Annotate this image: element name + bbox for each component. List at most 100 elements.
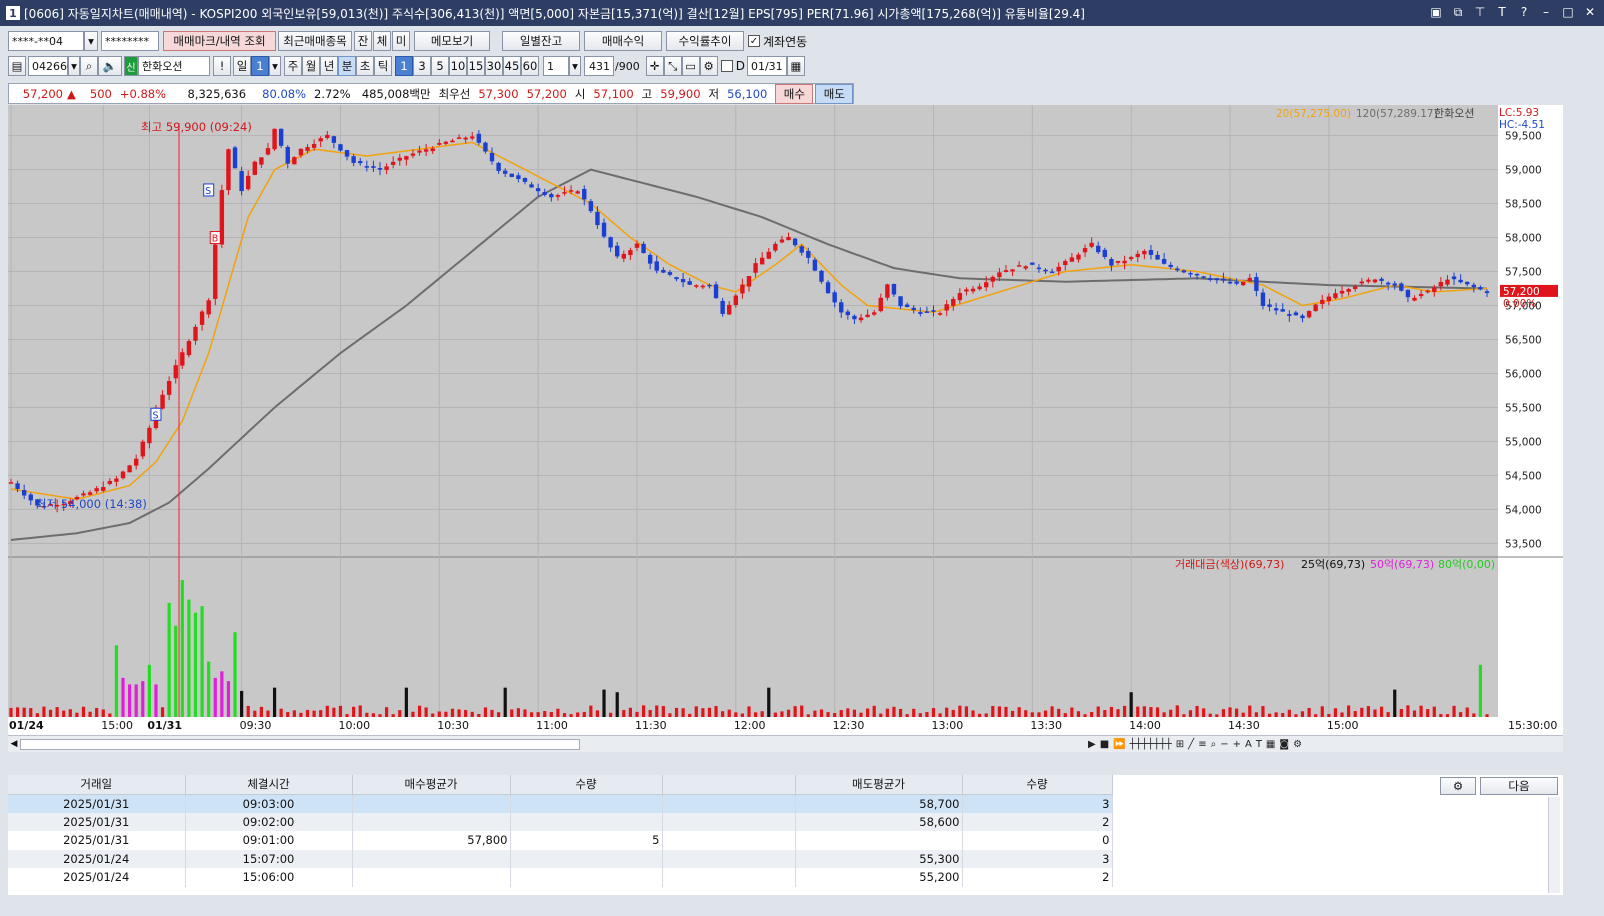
line-tool-icon[interactable]: ⤡ — [663, 56, 682, 76]
table-header-3[interactable]: 수량 — [510, 775, 663, 795]
bar-count-input[interactable]: 431 — [584, 56, 614, 76]
table-header-1[interactable]: 체결시간 — [185, 775, 353, 795]
unit-select[interactable]: 1 — [543, 56, 569, 76]
text-icon[interactable]: A — [1245, 739, 1252, 750]
next-button[interactable]: 다음 — [1480, 777, 1558, 795]
date-input[interactable]: 01/31 — [746, 56, 787, 76]
candle-body — [325, 134, 330, 139]
password-input[interactable]: ******** — [101, 31, 159, 51]
interval-button-3[interactable]: 분 — [338, 56, 356, 76]
minute-button-1[interactable]: 1 — [395, 56, 413, 76]
minute-button-60[interactable]: 60 — [521, 56, 539, 76]
minute-button-5[interactable]: 5 — [431, 56, 449, 76]
minute-button-15[interactable]: 15 — [467, 56, 485, 76]
trendline-icon[interactable]: ╱ — [1188, 739, 1194, 750]
minute-button-45[interactable]: 45 — [503, 56, 521, 76]
sound-icon[interactable]: 🔈 — [98, 56, 122, 76]
table-row[interactable]: 2025/01/24 15:07:00 55,300 3 — [8, 849, 1113, 868]
minute-button-3[interactable]: 3 — [413, 56, 431, 76]
layout-icon[interactable]: ▣ — [1428, 4, 1444, 20]
zoom-in-icon[interactable]: + — [1233, 739, 1241, 750]
pin-icon[interactable]: ⊤ — [1472, 4, 1488, 20]
table-row[interactable]: 2025/01/31 09:01:00 57,800 5 0 — [8, 831, 1113, 850]
candle-body — [298, 148, 304, 156]
stock-code-input[interactable]: 042660 — [28, 56, 74, 76]
unfilled-button[interactable]: 미 — [392, 31, 410, 51]
copy-icon[interactable]: ⧉ — [1450, 4, 1466, 20]
execution-button[interactable]: 체 — [373, 31, 391, 51]
daily-balance-button[interactable]: 일별잔고 — [502, 31, 580, 51]
volume-bar — [872, 705, 876, 717]
minute-button-10[interactable]: 10 — [449, 56, 467, 76]
candle-body — [1313, 304, 1318, 312]
table-scrollbar[interactable] — [1548, 797, 1560, 893]
volume-bar — [892, 706, 896, 717]
settings-icon[interactable]: ⚙ — [699, 56, 718, 76]
candle-body — [733, 295, 739, 306]
profit-rate-button[interactable]: 수익률추이 — [666, 31, 744, 51]
table-row[interactable]: 2025/01/24 15:06:00 55,200 2 — [8, 868, 1113, 887]
zoom-slider-icon[interactable]: ┼┼┼┼┼┼┼ — [1130, 739, 1172, 750]
volume-bar — [536, 712, 540, 717]
play-icon[interactable]: ▶ — [1088, 739, 1096, 750]
period-daily-button[interactable]: 일 — [233, 56, 251, 76]
scroll-left-icon[interactable]: ◀ — [8, 739, 20, 749]
settings-small-icon[interactable]: ⚙ — [1293, 739, 1302, 750]
font-icon[interactable]: T — [1494, 4, 1510, 20]
table-header-6[interactable]: 수량 — [962, 775, 1113, 795]
calendar-icon[interactable]: ▦ — [786, 56, 805, 76]
help-icon[interactable]: ? — [1516, 4, 1532, 20]
crosshair-icon[interactable]: ✛ — [645, 56, 664, 76]
color-icon[interactable]: ▦ — [1266, 739, 1275, 750]
camera-icon[interactable]: ◙ — [1279, 739, 1289, 750]
stock-name-field[interactable]: 한화오션 — [138, 56, 210, 76]
minimize-icon[interactable]: – — [1538, 4, 1554, 20]
drawing-tool-icon[interactable]: ⊞ — [1176, 739, 1184, 750]
memo-view-button[interactable]: 메모보기 — [414, 31, 490, 51]
save-icon[interactable]: ▭ — [681, 56, 700, 76]
table-header-2[interactable]: 매수평균가 — [352, 775, 511, 795]
account-input[interactable]: ****-**04 — [8, 31, 84, 51]
balance-button[interactable]: 잔 — [354, 31, 372, 51]
account-dropdown-icon[interactable]: ▾ — [84, 31, 98, 51]
fibonacci-icon[interactable]: ≡ — [1198, 739, 1206, 750]
interval-button-5[interactable]: 틱 — [374, 56, 392, 76]
text-small-icon[interactable]: T — [1256, 739, 1262, 750]
table-header-5[interactable]: 매도평균가 — [795, 775, 963, 795]
recent-trade-stocks-button[interactable]: 최근매매종목 — [278, 31, 352, 51]
period-dropdown-icon[interactable]: ▾ — [269, 56, 281, 76]
table-row[interactable]: 2025/01/31 09:02:00 58,600 2 — [8, 812, 1113, 831]
chart-type-icon[interactable]: ▤ — [8, 56, 26, 76]
table-header-4[interactable] — [662, 775, 796, 795]
code-dropdown-icon[interactable]: ▾ — [68, 56, 80, 76]
warning-button[interactable]: ! — [213, 56, 231, 76]
close-icon[interactable]: ✕ — [1582, 4, 1598, 20]
trade-profit-button[interactable]: 매매수익 — [584, 31, 662, 51]
table-cell — [510, 794, 663, 813]
table-row[interactable]: 2025/01/31 09:03:00 58,700 3 — [8, 794, 1113, 813]
chart-scrollbar[interactable] — [20, 738, 580, 750]
period-number-button[interactable]: 1 — [251, 56, 269, 76]
interval-button-0[interactable]: 주 — [284, 56, 302, 76]
buy-button[interactable]: 매수 — [775, 83, 814, 104]
interval-button-1[interactable]: 월 — [302, 56, 320, 76]
volume-bar — [75, 712, 79, 717]
minute-button-30[interactable]: 30 — [485, 56, 503, 76]
stop-icon[interactable]: ■ — [1100, 739, 1109, 750]
zoom-out-icon[interactable]: − — [1220, 739, 1228, 750]
maximize-icon[interactable]: □ — [1560, 4, 1576, 20]
trade-mark-query-button[interactable]: 매매마크/내역 조회 — [163, 31, 276, 51]
d-checkbox[interactable] — [720, 60, 733, 72]
unit-dropdown-icon[interactable]: ▾ — [569, 56, 581, 76]
interval-button-4[interactable]: 초 — [356, 56, 374, 76]
interval-button-2[interactable]: 년 — [320, 56, 338, 76]
price-volume-chart[interactable]: 59,50059,00058,50058,00057,50057,00056,5… — [8, 105, 1563, 752]
grid-settings-icon[interactable]: ⚙ — [1440, 777, 1476, 795]
table-header-0[interactable]: 거래일 — [8, 775, 186, 795]
account-link-checkbox[interactable]: ✓ 계좌연동 — [748, 33, 807, 50]
search-icon[interactable]: ⌕ — [80, 56, 98, 76]
zoom-icon[interactable]: ⌕ — [1211, 739, 1217, 750]
fast-forward-icon[interactable]: ⏩ — [1113, 739, 1125, 750]
sell-button[interactable]: 매도 — [815, 83, 854, 104]
chart-area[interactable]: 59,500 59,000 58,500 58,000 57,500 57,000 56,5… — [8, 105, 1563, 752]
